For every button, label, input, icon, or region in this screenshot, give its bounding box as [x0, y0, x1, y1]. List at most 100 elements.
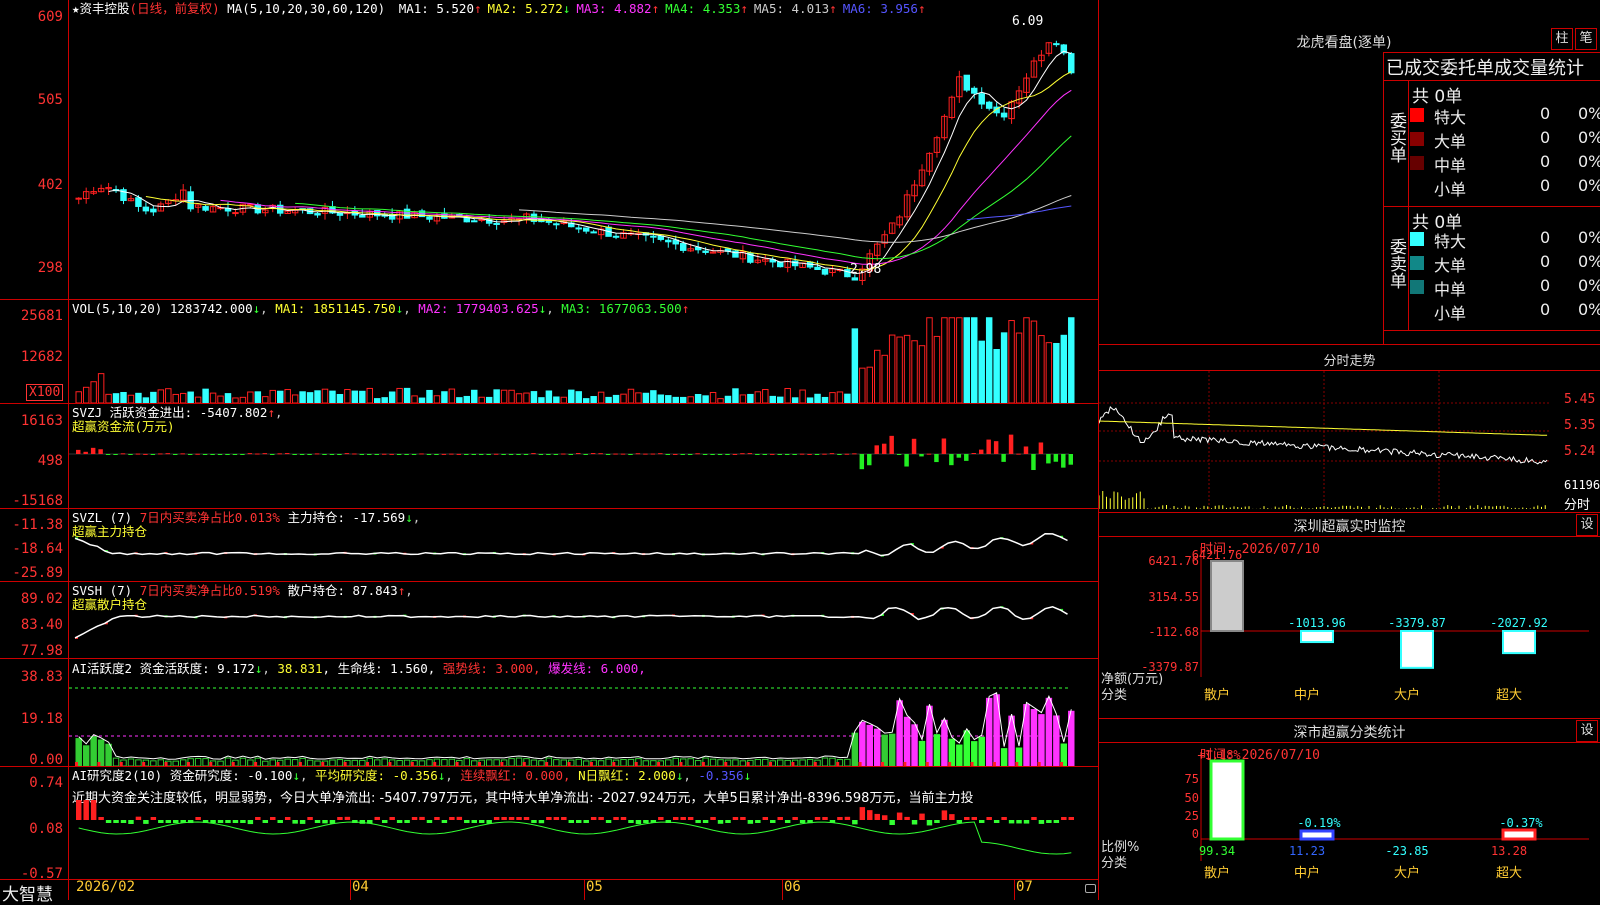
flow-bar — [807, 453, 812, 455]
candle — [590, 231, 597, 234]
tick-mode-button[interactable]: 笔 — [1575, 28, 1597, 50]
base-tick — [992, 762, 996, 766]
ma-arrow: ↓ — [562, 1, 571, 16]
activity-bar — [269, 759, 276, 766]
chart-mode[interactable]: (日线，前复权) — [130, 1, 220, 16]
candle — [665, 239, 672, 243]
activity-bar — [888, 733, 896, 766]
volume-bar — [702, 395, 709, 403]
kline-chart[interactable] — [69, 16, 1098, 299]
base-tick — [75, 762, 78, 766]
classify-top-label: -0.37% — [1499, 816, 1543, 830]
monitor-chart[interactable]: 6421.763154.55-112.68-3379.876421.76散户-1… — [1099, 537, 1600, 717]
flow-bar — [702, 454, 708, 455]
research-bar — [949, 814, 955, 820]
base-tick — [701, 762, 705, 766]
svzj-chart[interactable] — [69, 420, 1098, 508]
volume-bar — [351, 390, 359, 403]
research-bar — [158, 820, 164, 823]
x-divider — [350, 880, 351, 900]
flow-bar — [292, 454, 297, 455]
flow-bar — [680, 454, 685, 455]
ai-research-chart[interactable] — [69, 800, 1098, 879]
order-pct: 0% — [1578, 228, 1600, 247]
volume-bar — [284, 389, 291, 403]
monitor-bar — [1300, 630, 1334, 644]
order-size-label: 特大 — [1434, 108, 1467, 127]
research-bar — [314, 820, 321, 823]
classify-settings-button[interactable]: 设 — [1576, 720, 1598, 742]
volume-bar — [433, 395, 441, 403]
flow-bar — [673, 453, 678, 455]
intraday-price: 5.24 — [1564, 444, 1596, 459]
volume-bar — [866, 366, 874, 403]
research-bar — [262, 820, 269, 823]
research-bar — [546, 817, 552, 820]
flow-bar — [822, 453, 827, 455]
svzl-chart[interactable] — [69, 520, 1098, 581]
intraday-vol-label: 分时 — [1564, 498, 1591, 513]
x-label: 05 — [586, 879, 603, 895]
research-bar — [822, 817, 828, 820]
volume-chart[interactable] — [69, 316, 1098, 403]
activity-bar — [194, 757, 202, 766]
favorite-star-icon[interactable]: ★ — [72, 1, 80, 16]
classify-value: 13.28 — [1491, 844, 1527, 858]
volume-bar — [896, 336, 903, 403]
research-bar — [449, 817, 455, 820]
base-tick — [1037, 762, 1041, 766]
research-bar — [225, 820, 231, 823]
flow-bar — [411, 454, 417, 455]
activity-bar — [597, 760, 605, 766]
flow-bar — [113, 454, 118, 455]
monitor-settings-button[interactable]: 设 — [1576, 514, 1598, 536]
research-bar — [493, 817, 500, 820]
research-bar — [523, 817, 530, 820]
research-bar — [83, 800, 89, 820]
volume-bar — [172, 393, 179, 403]
activity-bar — [75, 738, 82, 766]
activity-bar — [784, 759, 791, 766]
activity-bar — [874, 728, 881, 766]
activity-bar — [665, 759, 672, 766]
candle — [493, 222, 500, 225]
research-bar — [904, 816, 910, 820]
research-bar — [859, 807, 866, 820]
svsh-chart[interactable] — [69, 594, 1098, 658]
research-bar — [441, 820, 448, 823]
activity-bar — [1053, 715, 1060, 766]
intraday-chart[interactable] — [1099, 371, 1563, 509]
volume-bar — [262, 396, 269, 403]
flow-bar — [195, 453, 200, 455]
volume-bar — [724, 395, 732, 403]
flow-bar — [665, 454, 671, 455]
research-bar — [1016, 820, 1022, 824]
ai1-b: 38.831 — [277, 661, 323, 676]
research-bar — [837, 817, 843, 820]
monitor-cat: 超大 — [1496, 688, 1522, 703]
volume-bar — [381, 397, 388, 403]
activity-bar — [284, 758, 291, 766]
svzj-ytick: 16163 — [20, 413, 63, 429]
lock-icon[interactable] — [1085, 884, 1096, 893]
activity-bar — [135, 759, 142, 766]
activity-bar — [172, 760, 179, 766]
research-bar — [956, 820, 963, 823]
base-tick — [97, 762, 101, 766]
vol-unit-button[interactable]: X100 — [26, 384, 64, 401]
candle — [650, 235, 657, 238]
flow-bar — [90, 447, 96, 454]
flow-bar — [120, 453, 126, 455]
ai-activity-chart[interactable] — [69, 676, 1098, 766]
flow-bar — [1008, 434, 1014, 454]
candle — [702, 250, 709, 253]
order-count: 0 — [1540, 128, 1551, 147]
classify-chart[interactable]: 75 50 25 0 +1.18% 99.34 散户 -0.19% 11.23 中户 -23.85 大… — [1099, 743, 1600, 900]
activity-bar — [866, 724, 874, 766]
flow-bar — [352, 453, 357, 455]
research-bar — [814, 817, 821, 820]
bar-mode-button[interactable]: 柱 — [1551, 28, 1573, 50]
research-bar — [867, 810, 873, 820]
flow-bar — [158, 453, 163, 455]
candle — [426, 216, 433, 220]
